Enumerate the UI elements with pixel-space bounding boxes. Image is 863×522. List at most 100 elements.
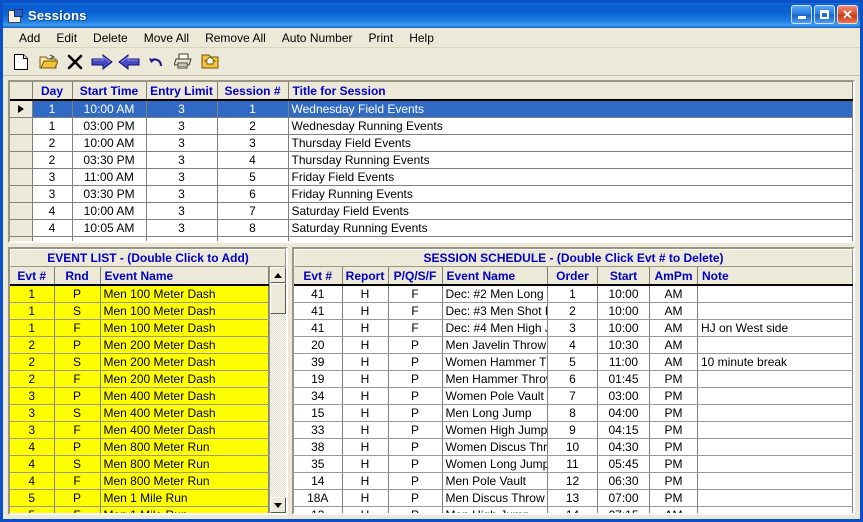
cell-report[interactable]: H	[342, 320, 388, 337]
list-item[interactable]: 4SMen 800 Meter Run	[10, 456, 269, 473]
cell-ampm[interactable]: AM	[650, 507, 698, 514]
cell-evt[interactable]: 13	[294, 507, 342, 514]
cell-ampm[interactable]: PM	[650, 422, 698, 439]
cell-rnd[interactable]: S	[54, 456, 100, 473]
menu-item-remove-all[interactable]: Remove All	[197, 30, 274, 46]
cell-note[interactable]	[698, 405, 853, 422]
col-header-rowmark[interactable]	[10, 82, 32, 100]
cell-evt[interactable]: 41	[294, 285, 342, 303]
cell-event-name[interactable]: Men 1 Mile Run	[100, 507, 269, 514]
row-marker-cell[interactable]	[10, 237, 32, 244]
undo-button[interactable]	[144, 50, 168, 73]
cell-event-name[interactable]: Women High Jump	[442, 422, 548, 439]
cell-order[interactable]: 14	[548, 507, 598, 514]
cell-title[interactable]	[288, 237, 853, 244]
cell-rnd[interactable]: F	[54, 473, 100, 490]
cell-evt[interactable]: 35	[294, 456, 342, 473]
cell-event-name[interactable]: Men 1 Mile Run	[100, 490, 269, 507]
cell-day[interactable]: 1	[32, 118, 72, 135]
cell-evt[interactable]: 3	[10, 405, 54, 422]
col-header-round[interactable]: Rnd	[54, 267, 100, 285]
cell-day[interactable]: 4	[32, 203, 72, 220]
table-row[interactable]: 15HPMen Long Jump804:00PM	[294, 405, 853, 422]
cell-order[interactable]: 13	[548, 490, 598, 507]
cell-entry-limit[interactable]: 3	[146, 152, 217, 169]
row-marker-cell[interactable]	[10, 186, 32, 203]
table-row[interactable]: 41HFDec: #4 Men High Jump310:00AMHJ on W…	[294, 320, 853, 337]
col-header-note[interactable]: Note	[698, 267, 853, 285]
move-right-button[interactable]	[90, 50, 114, 73]
cell-pqsf[interactable]: P	[388, 439, 442, 456]
cell-order[interactable]: 8	[548, 405, 598, 422]
cell-note[interactable]: 10 minute break	[698, 354, 853, 371]
cell-title[interactable]: Friday Running Events	[288, 186, 853, 203]
cell-evt[interactable]: 2	[10, 371, 54, 388]
list-item[interactable]: 5FMen 1 Mile Run	[10, 507, 269, 514]
cell-rnd[interactable]: F	[54, 422, 100, 439]
cell-note[interactable]	[698, 507, 853, 514]
cell-start-time[interactable]: 10:00 AM	[72, 100, 146, 118]
scrollbar-thumb[interactable]	[270, 283, 286, 314]
row-marker-cell[interactable]	[10, 118, 32, 135]
cell-day[interactable]: 3	[32, 169, 72, 186]
cell-event-name[interactable]: Men 400 Meter Dash	[100, 405, 269, 422]
cell-note[interactable]	[698, 388, 853, 405]
cell-rnd[interactable]: F	[54, 320, 100, 337]
cell-report[interactable]: H	[342, 439, 388, 456]
cell-event-name[interactable]: Men 200 Meter Dash	[100, 354, 269, 371]
cell-pqsf[interactable]: P	[388, 371, 442, 388]
cell-evt[interactable]: 41	[294, 320, 342, 337]
cell-note[interactable]: HJ on West side	[698, 320, 853, 337]
table-row[interactable]	[10, 237, 853, 244]
cell-start-time[interactable]: 03:30 PM	[72, 152, 146, 169]
menu-item-delete[interactable]: Delete	[85, 30, 136, 46]
print-button[interactable]	[171, 50, 195, 73]
cell-note[interactable]	[698, 303, 853, 320]
cell-start[interactable]: 07:15	[598, 507, 650, 514]
cell-event-name[interactable]: Men Pole Vault	[442, 473, 548, 490]
row-marker-cell[interactable]	[10, 203, 32, 220]
table-row[interactable]: 41HFDec: #3 Men Shot Put210:00AM	[294, 303, 853, 320]
col-header-day[interactable]: Day	[32, 82, 72, 100]
cell-report[interactable]: H	[342, 388, 388, 405]
cell-pqsf[interactable]: F	[388, 303, 442, 320]
open-button[interactable]	[36, 50, 60, 73]
cell-event-name[interactable]: Men 800 Meter Run	[100, 456, 269, 473]
cell-entry-limit[interactable]	[146, 237, 217, 244]
cell-pqsf[interactable]: F	[388, 285, 442, 303]
table-row[interactable]: 20HPMen Javelin Throw410:30AM	[294, 337, 853, 354]
col-header-ampm[interactable]: AmPm	[650, 267, 698, 285]
cell-rnd[interactable]: P	[54, 490, 100, 507]
cell-pqsf[interactable]: F	[388, 320, 442, 337]
new-button[interactable]	[9, 50, 33, 73]
col-header-event-name[interactable]: Event Name	[100, 267, 269, 285]
cell-order[interactable]: 10	[548, 439, 598, 456]
cell-rnd[interactable]: P	[54, 337, 100, 354]
cell-session-number[interactable]: 7	[217, 203, 288, 220]
scrollbar-track[interactable]	[270, 314, 286, 497]
table-row[interactable]: 4 10:05 AM 3 8 Saturday Running Events	[10, 220, 853, 237]
cell-pqsf[interactable]: P	[388, 337, 442, 354]
cell-note[interactable]	[698, 439, 853, 456]
cell-ampm[interactable]: PM	[650, 490, 698, 507]
cell-start[interactable]: 01:45	[598, 371, 650, 388]
cell-start[interactable]: 10:00	[598, 303, 650, 320]
col-header-report[interactable]: Report	[342, 267, 388, 285]
table-row[interactable]: 18AHPMen Discus Throw1307:00PM	[294, 490, 853, 507]
cell-evt[interactable]: 2	[10, 337, 54, 354]
table-row[interactable]: 13HPMen High Jump1407:15AM	[294, 507, 853, 514]
cell-ampm[interactable]: PM	[650, 456, 698, 473]
table-row[interactable]: 35HPWomen Long Jump1105:45PM	[294, 456, 853, 473]
menu-item-move-all[interactable]: Move All	[136, 30, 197, 46]
cell-evt[interactable]: 1	[10, 303, 54, 320]
list-item[interactable]: 2SMen 200 Meter Dash	[10, 354, 269, 371]
cell-pqsf[interactable]: P	[388, 507, 442, 514]
table-row[interactable]: 41HFDec: #2 Men Long Jump110:00AM	[294, 285, 853, 303]
cell-evt[interactable]: 38	[294, 439, 342, 456]
cell-ampm[interactable]: PM	[650, 473, 698, 490]
col-header-entry-limit[interactable]: Entry Limit	[146, 82, 217, 100]
cell-event-name[interactable]: Men 100 Meter Dash	[100, 320, 269, 337]
cell-event-name[interactable]: Men 100 Meter Dash	[100, 303, 269, 320]
cell-order[interactable]: 11	[548, 456, 598, 473]
cell-report[interactable]: H	[342, 337, 388, 354]
